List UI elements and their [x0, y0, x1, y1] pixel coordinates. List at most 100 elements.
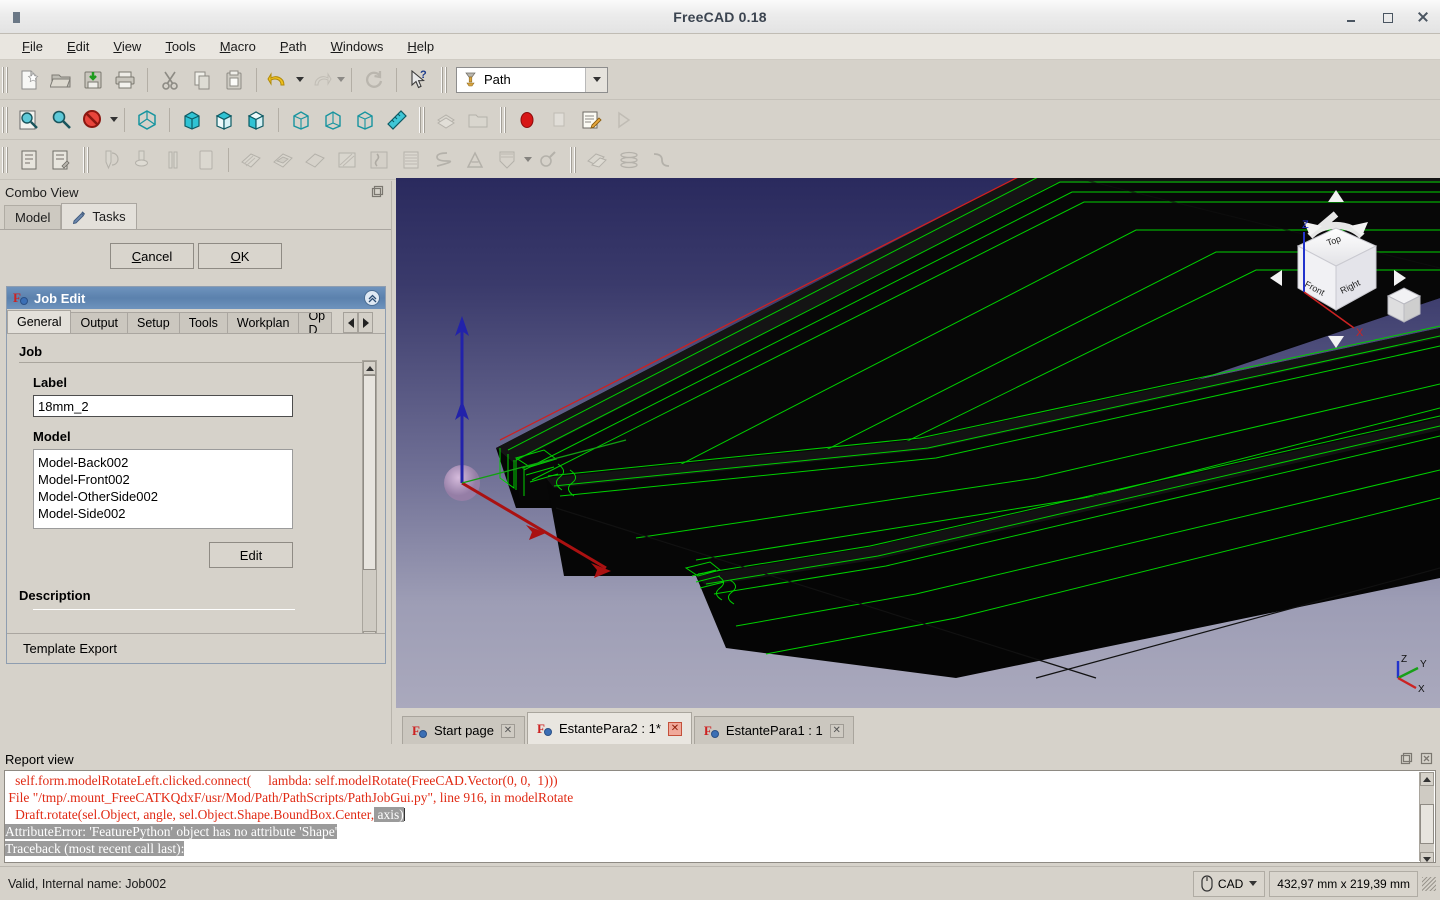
create-group-icon[interactable] — [463, 105, 493, 135]
path-ops-dropdown-icon[interactable] — [524, 157, 532, 162]
surface-icon[interactable] — [396, 145, 426, 175]
resize-grip[interactable] — [1422, 876, 1436, 891]
draw-style-dropdown-icon[interactable] — [110, 117, 118, 122]
list-item[interactable]: Model-Back002 — [38, 454, 292, 471]
tab-output[interactable]: Output — [70, 312, 129, 333]
chevron-down-icon[interactable] — [1249, 881, 1258, 886]
open-icon[interactable] — [46, 65, 76, 95]
whats-this-icon[interactable]: ? — [404, 65, 434, 95]
redo-dropdown-icon[interactable] — [337, 77, 345, 82]
tab-tasks[interactable]: Tasks — [61, 203, 137, 229]
doctab-close-icon[interactable]: ✕ — [667, 721, 682, 736]
job-form-scrollbar[interactable] — [362, 360, 377, 645]
profile-icon[interactable] — [236, 145, 266, 175]
menu-file[interactable]: FFileile — [10, 36, 55, 57]
face-icon[interactable] — [300, 145, 330, 175]
measure-icon[interactable] — [382, 105, 412, 135]
adaptive-icon[interactable] — [332, 145, 362, 175]
tab-op-defaults[interactable]: Op D — [298, 312, 333, 333]
navigation-style-cell[interactable]: CAD — [1192, 870, 1266, 897]
simple-copy-icon[interactable] — [646, 145, 676, 175]
scroll-thumb[interactable] — [1420, 804, 1434, 844]
menu-view[interactable]: View — [101, 36, 153, 57]
undo-dropdown-icon[interactable] — [296, 77, 304, 82]
tool-shape-icon[interactable] — [191, 145, 221, 175]
tab-scroll-left-icon[interactable] — [343, 312, 358, 333]
edit-button[interactable]: Edit — [209, 542, 293, 568]
doctab-close-icon[interactable]: ✕ — [829, 723, 844, 738]
collapse-chevron-icon[interactable] — [364, 290, 380, 306]
scroll-up-button[interactable] — [1420, 772, 1434, 786]
macro-stop-icon[interactable] — [544, 105, 574, 135]
job-edit-icon[interactable] — [46, 145, 76, 175]
top-view-icon[interactable] — [209, 105, 239, 135]
float-icon[interactable] — [1399, 751, 1414, 766]
tool-drill-icon[interactable] — [159, 145, 189, 175]
left-view-icon[interactable] — [350, 105, 380, 135]
menu-help[interactable]: Help — [395, 36, 446, 57]
doctab-start-page[interactable]: F Start page ✕ — [402, 716, 525, 744]
doctab-estantepara1[interactable]: F EstantePara1 : 1 ✕ — [693, 716, 854, 744]
tab-workplan[interactable]: Workplan — [226, 312, 300, 333]
close-icon[interactable] — [1419, 751, 1434, 766]
fit-selection-icon[interactable] — [46, 105, 76, 135]
list-item[interactable]: Model-OtherSide002 — [38, 488, 292, 505]
engrave-icon[interactable] — [460, 145, 490, 175]
ok-button[interactable]: OK — [198, 243, 282, 269]
list-item[interactable]: Model-Front002 — [38, 471, 292, 488]
close-button[interactable] — [1416, 10, 1430, 24]
drilling-icon[interactable] — [364, 145, 394, 175]
redo-icon[interactable] — [305, 65, 335, 95]
toolbar-grip[interactable] — [2, 106, 10, 133]
macro-record-icon[interactable] — [512, 105, 542, 135]
array-icon[interactable] — [614, 145, 644, 175]
tab-scroll-right-icon[interactable] — [358, 312, 373, 333]
workbench-selector[interactable]: Path — [456, 66, 608, 93]
slot-icon[interactable] — [492, 145, 522, 175]
tab-general[interactable]: General — [7, 310, 72, 333]
tab-tools[interactable]: Tools — [178, 312, 228, 333]
tab-setup[interactable]: Setup — [127, 312, 180, 333]
tab-model[interactable]: Model — [4, 205, 62, 229]
deburr-icon[interactable] — [533, 145, 563, 175]
doctab-close-icon[interactable]: ✕ — [501, 723, 515, 738]
fit-all-icon[interactable] — [14, 105, 44, 135]
undo-icon[interactable] — [264, 65, 294, 95]
report-view-output[interactable]: self.form.modelRotateLeft.clicked.connec… — [4, 770, 1436, 863]
menu-tools[interactable]: Tools — [153, 36, 207, 57]
toolbar-grip[interactable] — [2, 66, 10, 93]
cut-icon[interactable] — [155, 65, 185, 95]
job-create-icon[interactable] — [14, 145, 44, 175]
save-icon[interactable] — [78, 65, 108, 95]
new-icon[interactable] — [14, 65, 44, 95]
doctab-estantepara2[interactable]: F EstantePara2 : 1* ✕ — [527, 712, 692, 744]
toolbit-dock-icon[interactable] — [127, 145, 157, 175]
workbench-dropdown-icon[interactable] — [585, 67, 607, 92]
list-item[interactable]: Model-Side002 — [38, 505, 292, 522]
scroll-up-button[interactable] — [363, 361, 376, 375]
copy-op-icon[interactable] — [582, 145, 612, 175]
menu-path[interactable]: Path — [268, 36, 319, 57]
scroll-thumb[interactable] — [363, 375, 376, 570]
maximize-button[interactable] — [1380, 10, 1394, 24]
float-icon[interactable] — [370, 184, 385, 199]
report-scrollbar[interactable] — [1419, 772, 1434, 862]
menu-edit[interactable]: Edit — [55, 36, 101, 57]
bottom-view-icon[interactable] — [318, 105, 348, 135]
3d-viewport[interactable]: Top Front Right Z X Z Y X — [396, 178, 1440, 708]
scroll-down-button[interactable] — [1420, 852, 1434, 862]
toolbar-grip[interactable] — [2, 146, 10, 173]
rear-view-icon[interactable] — [286, 105, 316, 135]
right-view-icon[interactable] — [241, 105, 271, 135]
print-icon[interactable] — [110, 65, 140, 95]
axonometric-icon[interactable] — [132, 105, 162, 135]
helix-icon[interactable] — [428, 145, 458, 175]
refresh-icon[interactable] — [359, 65, 389, 95]
pocket-icon[interactable] — [268, 145, 298, 175]
create-part-icon[interactable] — [431, 105, 461, 135]
paste-icon[interactable] — [219, 65, 249, 95]
cancel-button[interactable]: Cancel — [110, 243, 194, 269]
model-list[interactable]: Model-Back002 Model-Front002 Model-Other… — [33, 449, 293, 529]
macro-execute-icon[interactable] — [608, 105, 638, 135]
menu-macro[interactable]: Macro — [208, 36, 268, 57]
